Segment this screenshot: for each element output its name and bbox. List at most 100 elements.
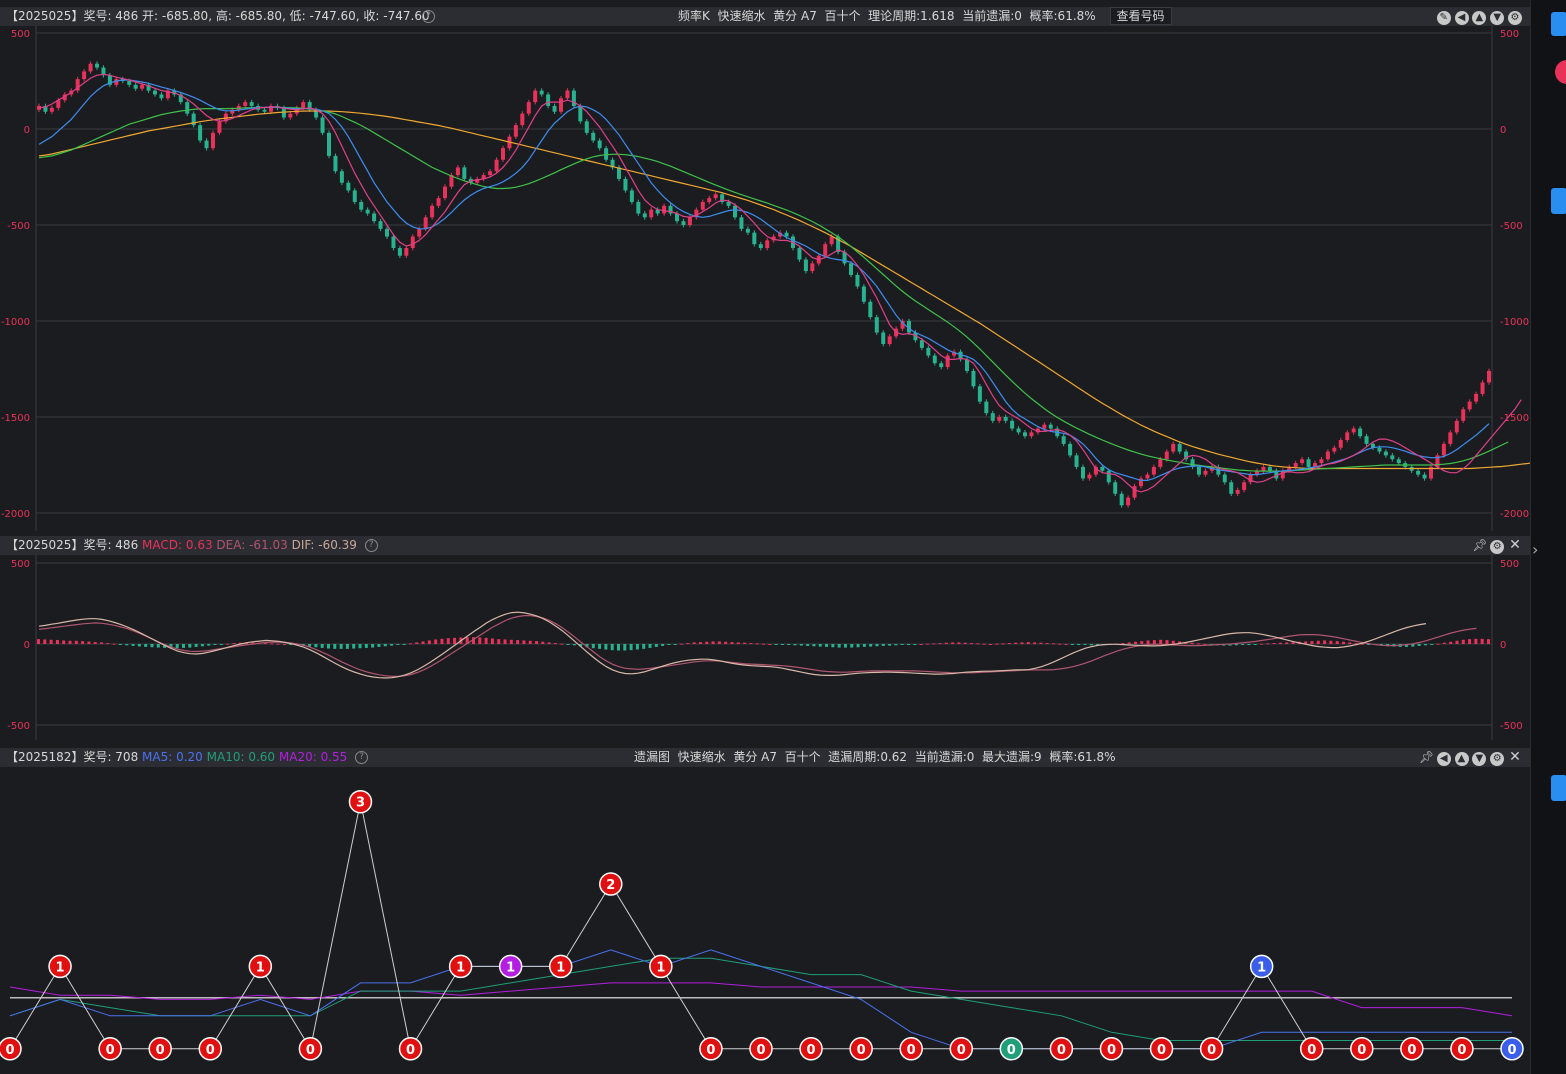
candle-body	[1390, 455, 1395, 460]
omission-node-label: 0	[1357, 1043, 1366, 1058]
macd-bar	[68, 640, 72, 644]
compass-icon[interactable]: ✎	[1436, 11, 1451, 25]
candle-body	[636, 201, 641, 214]
kline-header-info: 【2025025】奖号: 486 开: -685.80, 高: -685.80,…	[6, 9, 430, 23]
ma5-line	[9, 949, 1512, 1050]
view-numbers-button[interactable]: 查看号码	[1109, 7, 1172, 25]
candle-body	[372, 213, 377, 222]
close-icon[interactable]: ✕	[1508, 748, 1522, 767]
y-tick-label-left: 0	[24, 125, 30, 136]
candle-body	[571, 90, 576, 106]
omission-node-label: 0	[907, 1043, 916, 1058]
macd-bar	[988, 644, 992, 645]
macd-bar	[1064, 644, 1068, 645]
omission-node-label: 0	[206, 1043, 215, 1058]
back-icon[interactable]: ◀	[1436, 752, 1451, 766]
candle-body	[810, 263, 815, 272]
macd-bar	[598, 644, 602, 649]
param-item: 遗漏图	[634, 750, 671, 764]
candle-body	[243, 102, 248, 106]
macd-bar	[881, 644, 885, 646]
omission-node-label: 0	[406, 1043, 415, 1058]
candle-body	[1068, 443, 1073, 456]
macd-bar	[623, 644, 627, 651]
candle-body	[971, 370, 976, 387]
macd-bar	[1487, 639, 1490, 644]
macd-bar	[314, 644, 318, 648]
candle-body	[1113, 482, 1118, 494]
up-icon[interactable]: ▲	[1454, 752, 1469, 766]
macd-bar	[478, 637, 482, 644]
candle-body	[1029, 432, 1034, 437]
candle-body	[352, 190, 357, 202]
candle-body	[990, 413, 995, 421]
candle-body	[1487, 370, 1491, 383]
help-icon[interactable]: ?	[364, 539, 378, 552]
macd-bar	[711, 641, 715, 644]
candle-body	[1448, 432, 1453, 444]
macd-bar	[787, 644, 791, 645]
omission-node-label: 0	[957, 1043, 966, 1058]
omission-node-label: 3	[356, 796, 365, 811]
help-icon[interactable]: ?	[422, 10, 435, 23]
sidebar-tab-icon[interactable]	[1551, 775, 1566, 801]
macd-bar	[1089, 644, 1093, 646]
omission-node-label: 0	[306, 1043, 315, 1058]
down-icon[interactable]: ▼	[1472, 752, 1487, 766]
pin-icon[interactable]: 📌︎	[1419, 748, 1434, 767]
up-icon[interactable]: ▲	[1472, 11, 1487, 25]
candle-body	[803, 259, 808, 272]
candle-body	[997, 417, 1002, 421]
y-tick-label-left: 500	[11, 559, 30, 570]
candle-body	[881, 332, 886, 345]
candle-body	[159, 94, 164, 99]
candle-body	[95, 63, 99, 68]
candle-body	[1023, 432, 1027, 437]
macd-bar	[118, 644, 122, 645]
candle-body	[1010, 420, 1015, 429]
candle-body	[887, 336, 892, 345]
candle-body	[1197, 466, 1201, 475]
macd-bar	[894, 644, 898, 646]
candle-body	[288, 113, 293, 118]
back-icon[interactable]: ◀	[1454, 11, 1469, 25]
sidebar-tab-icon[interactable]	[1551, 12, 1566, 36]
macd-bar	[364, 644, 368, 648]
expand-icon[interactable]: ›	[1532, 540, 1538, 559]
help-icon[interactable]: ?	[355, 751, 369, 764]
omission-node-label: 0	[1407, 1043, 1416, 1058]
pin-icon[interactable]: 📌︎	[1472, 536, 1487, 555]
macd-bar	[610, 644, 614, 651]
candle-body	[1461, 409, 1466, 421]
candle-body	[455, 167, 460, 176]
macd-bar	[1260, 643, 1264, 645]
gear-icon[interactable]: ⚙	[1490, 752, 1505, 766]
y-tick-label-left: -500	[7, 221, 30, 232]
candle-body	[965, 359, 969, 371]
sidebar-record-icon[interactable]	[1555, 60, 1566, 84]
moving-average-line	[38, 79, 1490, 481]
gear-icon[interactable]: ⚙	[1508, 11, 1522, 25]
candle-body	[1003, 417, 1008, 421]
macd-bar	[1171, 640, 1175, 644]
macd-bar	[698, 642, 702, 644]
sidebar-tab-icon[interactable]	[1551, 188, 1566, 214]
candle-body	[591, 132, 596, 141]
macd-bar	[81, 641, 85, 644]
down-icon[interactable]: ▼	[1490, 11, 1505, 25]
candle-body	[513, 125, 518, 137]
macd-bar	[976, 643, 980, 645]
omission-node-label: 0	[106, 1043, 115, 1058]
macd-bar	[1070, 644, 1074, 645]
macd-bar	[516, 640, 520, 644]
candle-body	[861, 286, 866, 302]
macd-bar	[497, 639, 501, 644]
param-item: 当前遗漏:0	[914, 750, 975, 764]
dea-value: DEA: -61.03	[216, 538, 288, 552]
candle-body	[262, 109, 267, 112]
candle-body	[700, 201, 705, 210]
close-icon[interactable]: ✕	[1508, 536, 1522, 555]
y-tick-label-right: 500	[1500, 559, 1519, 570]
gear-icon[interactable]: ⚙	[1490, 540, 1505, 554]
candle-body	[153, 90, 157, 95]
